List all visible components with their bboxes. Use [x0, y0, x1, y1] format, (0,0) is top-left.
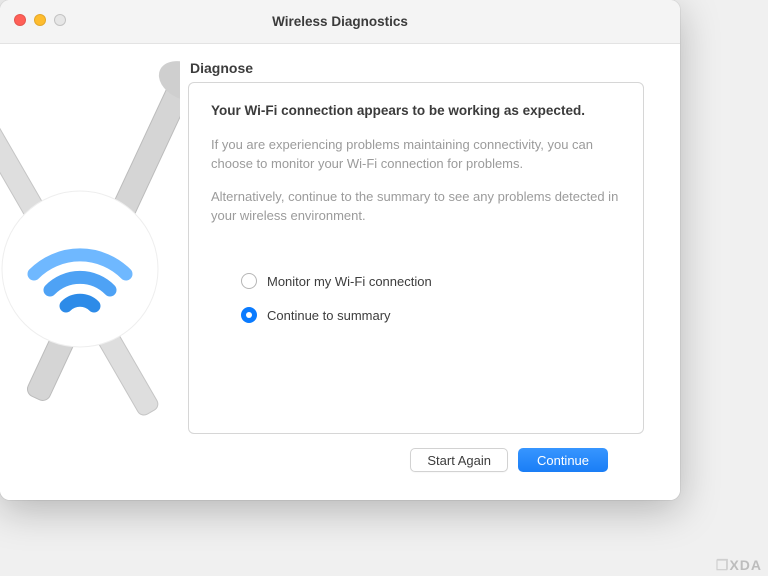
radio-continue-summary[interactable]: Continue to summary [241, 307, 621, 323]
status-headline: Your Wi-Fi connection appears to be work… [211, 103, 621, 118]
zoom-icon [54, 14, 66, 26]
radio-label: Monitor my Wi-Fi connection [267, 274, 432, 289]
window-body: Diagnose Your Wi-Fi connection appears t… [0, 44, 680, 500]
titlebar: Wireless Diagnostics [0, 0, 680, 44]
start-again-button[interactable]: Start Again [410, 448, 508, 472]
wireless-diagnostics-window: Wireless Diagnostics [0, 0, 680, 500]
action-radio-group: Monitor my Wi-Fi connection Continue to … [241, 273, 621, 323]
radio-icon [241, 307, 257, 323]
sidebar-illustration [0, 44, 180, 500]
description-2: Alternatively, continue to the summary t… [211, 188, 621, 226]
diagnose-panel: Your Wi-Fi connection appears to be work… [188, 82, 644, 434]
radio-icon [241, 273, 257, 289]
minimize-icon[interactable] [34, 14, 46, 26]
description-1: If you are experiencing problems maintai… [211, 136, 621, 174]
section-heading: Diagnose [190, 60, 644, 76]
window-title: Wireless Diagnostics [0, 14, 680, 29]
radio-label: Continue to summary [267, 308, 391, 323]
radio-monitor-connection[interactable]: Monitor my Wi-Fi connection [241, 273, 621, 289]
wrench-wifi-icon [0, 44, 180, 500]
continue-button[interactable]: Continue [518, 448, 608, 472]
traffic-lights [14, 14, 66, 26]
watermark: ❐XDA [716, 557, 762, 574]
footer-buttons: Start Again Continue [188, 434, 644, 490]
close-icon[interactable] [14, 14, 26, 26]
content-area: Diagnose Your Wi-Fi connection appears t… [180, 44, 680, 500]
